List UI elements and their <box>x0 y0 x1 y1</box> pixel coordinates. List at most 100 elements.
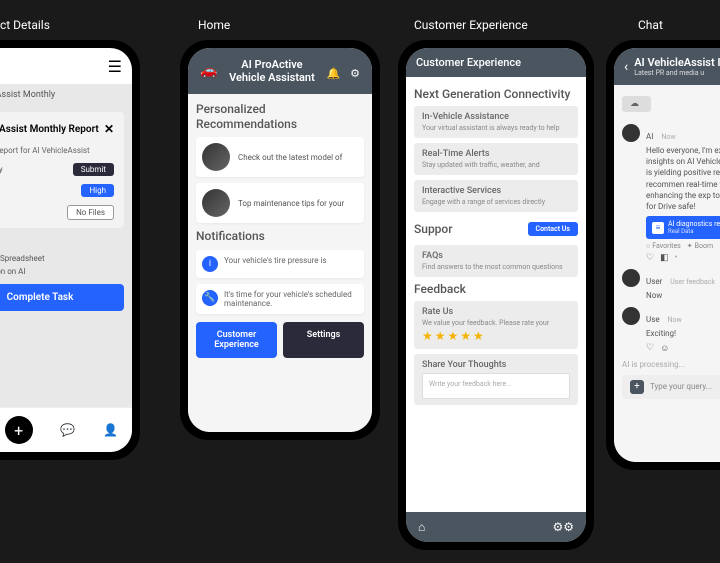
heart-icon[interactable]: ♡ <box>646 253 654 263</box>
chat-input[interactable]: Type your query... <box>650 382 712 391</box>
row-label: Data Entry <box>0 165 3 174</box>
bell-icon[interactable]: 🔔 <box>326 67 340 80</box>
msg-text: Hello everyone, I'm excit the latest ins… <box>646 145 720 212</box>
card-sub: Stay updated with traffic, weather, and <box>422 161 570 169</box>
fav-label: ○ Favorites <box>646 242 681 250</box>
avatar[interactable] <box>622 269 640 287</box>
menu-icon[interactable]: ☰ <box>108 57 122 76</box>
rec-image <box>202 189 230 217</box>
row-data-entry: Data Entry Submit <box>0 159 118 180</box>
cloud-icon: ☁ <box>630 99 639 109</box>
msg-text: Now <box>646 290 720 301</box>
settings-button[interactable]: Settings <box>283 322 364 358</box>
message: AI Now Hello everyone, I'm excit the lat… <box>622 124 720 263</box>
attach-button[interactable]: + <box>630 380 644 394</box>
phone-home: 🚗 AI ProActive Vehicle Assistant 🔔 ⚙ Per… <box>180 40 380 440</box>
rating-stars[interactable]: ★★★★★ <box>422 329 570 343</box>
home-icon[interactable]: ⌂ <box>418 520 425 534</box>
gear-icon[interactable]: ⚙ <box>350 67 360 80</box>
msg-text: Exciting! <box>646 328 720 339</box>
file-icon: ≡ <box>652 222 664 234</box>
card-title: Rate Us <box>422 307 570 317</box>
priority-pill[interactable]: High <box>81 184 114 197</box>
share-thoughts-card: Share Your Thoughts Write your feedback … <box>414 354 578 405</box>
phone-details: AI ☰ AI VehicleAssist Monthly VehicleAss… <box>0 40 140 460</box>
contact-us-button[interactable]: Contact Us <box>528 222 579 236</box>
cx-card[interactable]: In-Vehicle Assistance Your virtual assis… <box>414 106 578 138</box>
bookmark-icon[interactable]: ◧ <box>660 253 669 263</box>
card-title: FAQs <box>422 251 570 261</box>
card-title: Share Your Thoughts <box>422 360 570 370</box>
msg-author: AI <box>646 132 653 141</box>
notifications-header: Notifications <box>196 229 364 243</box>
report-subtitle: monthly report for AI VehicleAssist <box>0 142 118 159</box>
emoji-icon[interactable]: ☺ <box>660 343 669 354</box>
feedback-header: Feedback <box>414 282 578 296</box>
msg-time: Now <box>661 133 675 141</box>
notif-text: Your vehicle's tire pressure is <box>224 256 327 265</box>
heart-icon[interactable]: ♡ <box>646 343 654 354</box>
card-title: Interactive Services <box>422 186 570 196</box>
rec-text: Top maintenance tips for your <box>238 199 344 208</box>
msg-author: User <box>646 277 662 286</box>
chat-icon[interactable]: 💬 <box>60 423 75 437</box>
rec-image <box>202 143 230 171</box>
phone-chat: ‹ AI VehicleAssist I Latest PR and media… <box>606 40 720 470</box>
attach-title: AI diagnostics repor <box>668 220 720 228</box>
message: Use Now Exciting! ♡ ☺ <box>622 307 720 353</box>
phone-cx: Customer Experience Next Generation Conn… <box>398 40 594 550</box>
add-button[interactable]: + <box>5 416 33 444</box>
chat-title: AI VehicleAssist I <box>634 56 720 69</box>
chat-subtitle: Latest PR and media u <box>634 69 720 77</box>
card-sub: Engage with a range of services directly <box>422 198 570 206</box>
card-sub: Your virtual assistant is always ready t… <box>422 124 570 132</box>
label-chat: Chat <box>638 18 663 32</box>
recommendation-item[interactable]: Top maintenance tips for your <box>196 183 364 223</box>
date-chip: ☁ <box>622 96 651 112</box>
rate-card[interactable]: Rate Us We value your feedback. Please r… <box>414 301 578 349</box>
msg-time: Now <box>668 316 682 324</box>
boom-label: ✦ Boom <box>687 242 713 250</box>
report-title: VehicleAssist Monthly Report <box>0 124 99 135</box>
cx-card[interactable]: Real-Time Alerts Stay updated with traff… <box>414 143 578 175</box>
cx-footer: ⌂ ⚙⚙ <box>406 512 586 542</box>
feedback-input[interactable]: Write your feedback here... <box>422 373 570 399</box>
file-item[interactable]: Sales Data Spreadsheet <box>0 252 132 265</box>
card-title: Real-Time Alerts <box>422 149 570 159</box>
label-details: ct Details <box>0 18 50 32</box>
card-title: In-Vehicle Assistance <box>422 112 570 122</box>
app-header: 🚗 AI ProActive Vehicle Assistant 🔔 ⚙ <box>188 48 372 94</box>
close-icon[interactable]: ✕ <box>104 122 114 136</box>
recommendations-header: Personalized Recommendations <box>196 102 364 131</box>
recommendation-item[interactable]: Check out the latest model of <box>196 137 364 177</box>
file-item[interactable]: Presentation on AI <box>0 265 132 278</box>
complete-task-button[interactable]: Complete Task <box>0 284 124 311</box>
notification-item[interactable]: 🔧 It's time for your vehicle's scheduled… <box>196 284 364 314</box>
msg-time: User feedback <box>670 278 715 286</box>
gears-icon[interactable]: ⚙⚙ <box>552 520 574 534</box>
msg-author: Use <box>646 315 660 324</box>
label-cx: Customer Experience <box>414 18 528 32</box>
reactions: ○ Favorites ✦ Boom <box>646 242 720 250</box>
wrench-icon: 🔧 <box>202 290 218 306</box>
processing-text: AI is processing... <box>622 360 720 369</box>
faq-card[interactable]: FAQs Find answers to the most common que… <box>414 245 578 277</box>
files-pill[interactable]: No Files <box>67 205 114 220</box>
message: User User feedback Now <box>622 269 720 301</box>
submit-pill[interactable]: Submit <box>73 163 114 176</box>
attachment[interactable]: ≡ AI diagnostics repor Real Data <box>646 216 720 239</box>
back-icon[interactable]: ‹ <box>624 59 628 75</box>
attach-sub: Real Data <box>668 228 720 235</box>
row-due-date: Due Date No Files <box>0 201 118 224</box>
customer-experience-button[interactable]: Customer Experience <box>196 322 277 358</box>
chat-input-bar: + Type your query... <box>622 375 720 399</box>
avatar[interactable] <box>622 124 640 142</box>
bottom-nav: 🔍 + 💬 👤 <box>0 407 132 452</box>
app-title: AI ProActive Vehicle Assistant <box>223 58 320 84</box>
tab-monthly[interactable]: AI VehicleAssist Monthly <box>0 84 132 106</box>
info-icon: i <box>202 256 218 272</box>
notification-item[interactable]: i Your vehicle's tire pressure is <box>196 250 364 278</box>
cx-card[interactable]: Interactive Services Engage with a range… <box>414 180 578 212</box>
avatar[interactable] <box>622 307 640 325</box>
profile-icon[interactable]: 👤 <box>103 423 118 437</box>
